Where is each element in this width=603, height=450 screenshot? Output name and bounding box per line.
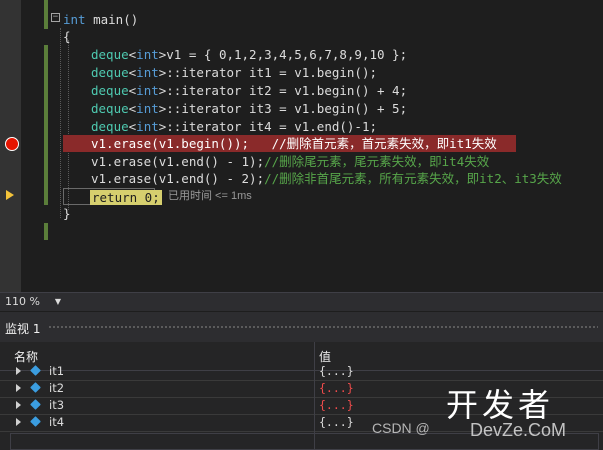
watch-title: 监视 1 [5, 322, 41, 336]
watch-var-name: it2 [49, 381, 65, 395]
type-name: deque [91, 83, 129, 98]
code-text: v1.erase(v1.end() - 2); [91, 171, 265, 186]
indent-guide [60, 28, 61, 218]
keyword: int [136, 101, 159, 116]
watch-var-name: it4 [49, 415, 65, 429]
watch-var-value: {...} [319, 364, 354, 378]
type-name: deque [91, 119, 129, 134]
expand-icon[interactable] [16, 384, 21, 392]
code-line[interactable]: v1.erase(v1.end() - 1);//删除尾元素，尾元素失效，即it… [91, 153, 489, 170]
current-statement-line[interactable]: return 0; [63, 188, 162, 205]
code-text: { [63, 29, 71, 44]
keyword: int [136, 65, 159, 80]
collapse-toggle-icon[interactable]: − [51, 13, 60, 22]
code-comment: //删除尾元素，尾元素失效，即it4失效 [264, 154, 490, 169]
code-line[interactable]: deque<int>::iterator it1 = v1.begin(); [91, 64, 377, 81]
zoom-dropdown[interactable]: 110 % ▼ [2, 294, 65, 309]
type-name: deque [91, 65, 129, 80]
column-divider[interactable] [314, 342, 315, 450]
code-text: } [63, 206, 71, 221]
zoom-value: 110 % [5, 295, 40, 308]
watch-header[interactable]: 监视 1 [0, 312, 603, 342]
code-line[interactable]: deque<int>::iterator it2 = v1.begin() + … [91, 82, 407, 99]
code-text: >::iterator it1 = v1.begin(); [158, 65, 377, 80]
variable-icon [30, 416, 41, 427]
breakpoint-code-line[interactable]: v1.erase(v1.begin()); //删除首元素，首元素失效，即it1… [63, 135, 516, 152]
variable-icon [30, 399, 41, 410]
code-text: main() [85, 12, 139, 27]
code-line[interactable]: deque<int>::iterator it3 = v1.begin() + … [91, 100, 407, 117]
watch-var-name: it3 [49, 398, 65, 412]
expand-icon[interactable] [16, 367, 21, 375]
code-text: >::iterator it2 = v1.begin() + 4; [158, 83, 408, 98]
watch-var-value: {...} [319, 381, 354, 395]
code-line[interactable]: { [63, 28, 71, 45]
code-line[interactable]: deque<int>v1 = { 0,1,2,3,4,5,6,7,8,9,10 … [91, 46, 407, 63]
type-name: deque [91, 47, 129, 62]
zoom-bar: 110 % ▼ [0, 292, 603, 311]
code-line[interactable]: deque<int>::iterator it4 = v1.end()-1; [91, 118, 377, 135]
current-statement-highlight: return 0; [90, 190, 162, 205]
code-text: >v1 = { 0,1,2,3,4,5,6,7,8,9,10 }; [158, 47, 408, 62]
code-text: >::iterator it4 = v1.end()-1; [158, 119, 377, 134]
variable-icon [30, 365, 41, 376]
chevron-down-icon: ▼ [54, 297, 61, 306]
keyword: return [92, 190, 138, 205]
code-comment: //删除首元素，首元素失效，即it1失效 [271, 136, 497, 151]
expand-icon[interactable] [16, 401, 21, 409]
code-text: v1.erase(v1.end() - 1); [91, 154, 265, 169]
code-text: 0; [137, 190, 160, 205]
code-text: v1.erase(v1.begin()); [91, 136, 272, 151]
watch-var-value: {...} [319, 398, 354, 412]
watch-row[interactable]: it1 {...} [0, 363, 603, 381]
keyword: int [136, 47, 159, 62]
code-line[interactable]: } [63, 205, 71, 222]
watermark-site: DevZe.CoM [470, 420, 567, 440]
indent-guide [68, 40, 69, 210]
drag-grip[interactable] [48, 325, 598, 330]
keyword: int [63, 12, 86, 27]
variable-icon [30, 382, 41, 393]
breakpoint-icon[interactable] [5, 137, 19, 151]
watch-var-name: it1 [49, 364, 65, 378]
code-comment: //删除非首尾元素，所有元素失效，即it2、it3失效 [264, 171, 562, 186]
type-name: deque [91, 101, 129, 116]
perf-tip[interactable]: 已用时间 <= 1ms [168, 188, 252, 205]
expand-icon[interactable] [16, 418, 21, 426]
code-text: >::iterator it3 = v1.begin() + 5; [158, 101, 408, 116]
current-statement-arrow-icon [6, 190, 14, 200]
keyword: int [136, 83, 159, 98]
code-editor: − int main() { deque<int>v1 = { 0,1,2,3,… [0, 0, 603, 292]
code-line[interactable]: v1.erase(v1.end() - 2);//删除非首尾元素，所有元素失效，… [91, 170, 562, 187]
watch-var-value: {...} [319, 415, 354, 429]
code-line[interactable]: int main() [63, 11, 138, 28]
watermark-csdn: CSDN @ [372, 420, 430, 436]
keyword: int [136, 119, 159, 134]
